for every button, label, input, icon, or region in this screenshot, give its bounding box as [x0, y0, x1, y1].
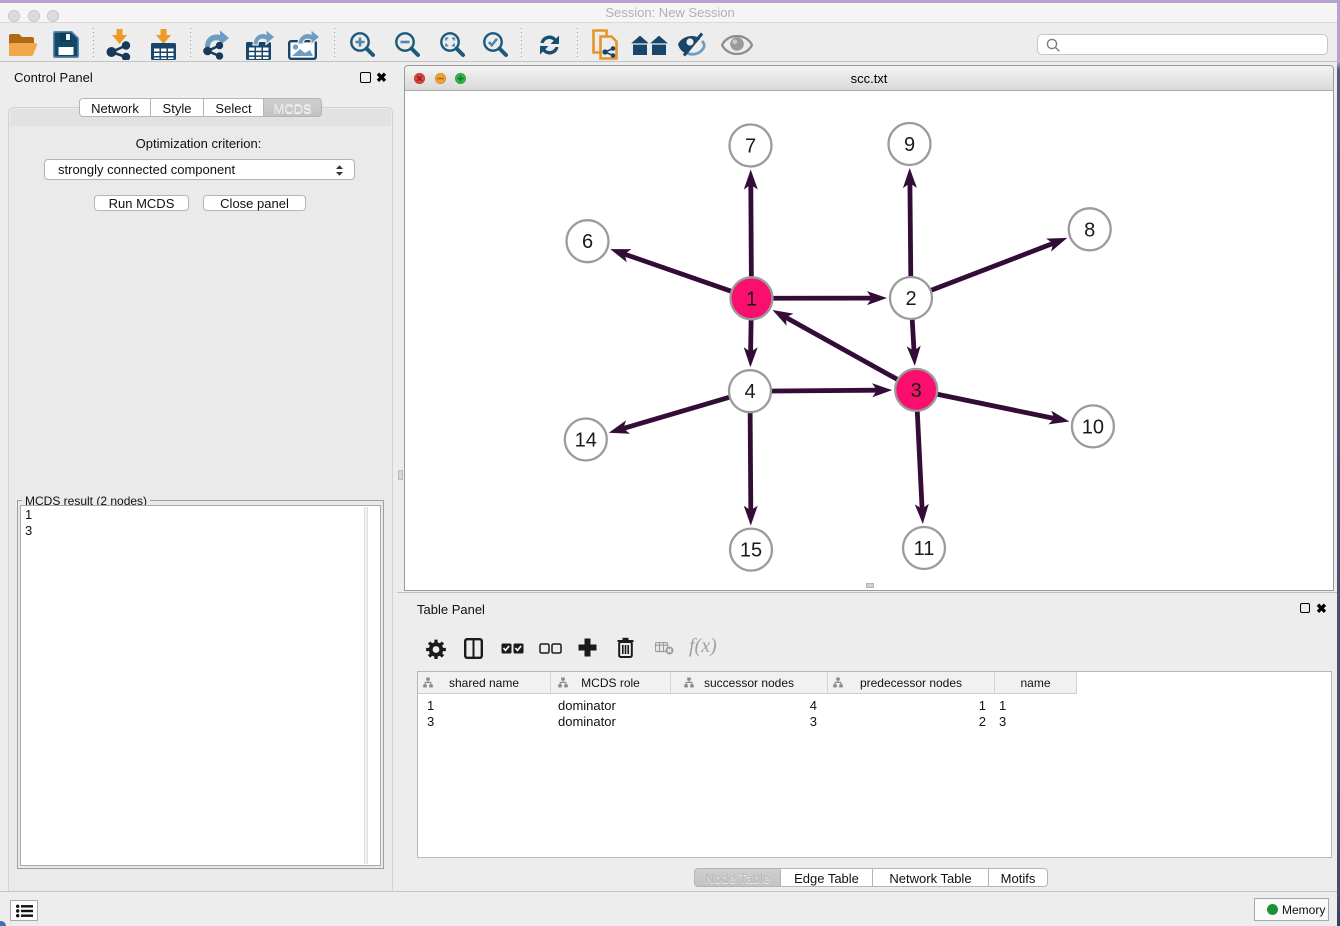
svg-text:10: 10 — [1082, 416, 1104, 438]
svg-text:3: 3 — [911, 380, 922, 402]
svg-text:1: 1 — [746, 288, 757, 310]
svg-text:14: 14 — [575, 430, 597, 452]
svg-text:6: 6 — [582, 231, 593, 253]
svg-text:4: 4 — [744, 381, 755, 403]
svg-text:2: 2 — [905, 288, 916, 310]
svg-text:11: 11 — [914, 538, 935, 560]
svg-text:7: 7 — [745, 136, 756, 158]
svg-text:8: 8 — [1084, 219, 1095, 241]
svg-text:9: 9 — [904, 134, 915, 156]
svg-text:15: 15 — [740, 540, 762, 562]
